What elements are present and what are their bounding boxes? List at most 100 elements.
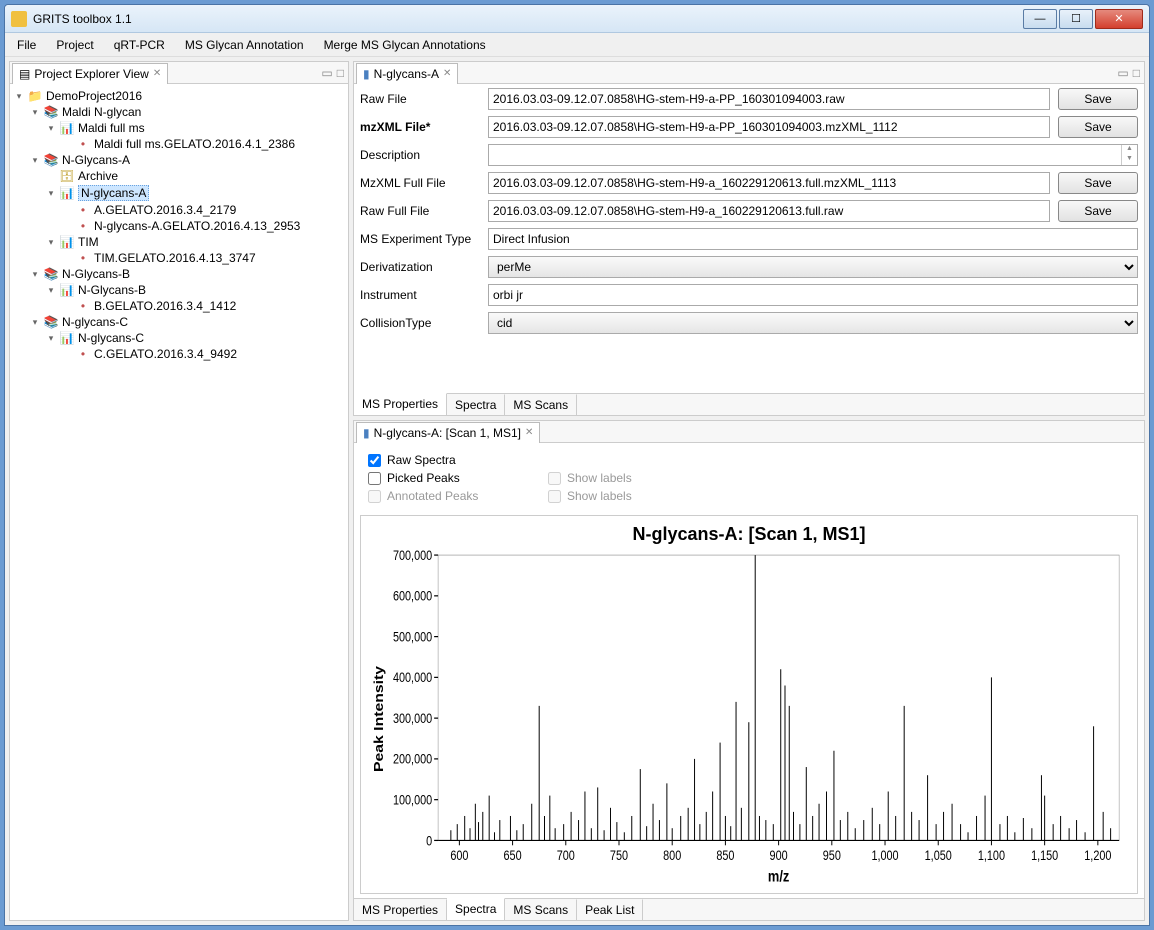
titlebar[interactable]: GRITS toolbox 1.1 — ☐ ✕ <box>5 5 1149 33</box>
close-icon[interactable]: ✕ <box>525 427 533 438</box>
rawfull-input[interactable] <box>488 200 1050 222</box>
rawfile-input[interactable] <box>488 88 1050 110</box>
subtab-ms-scans-2[interactable]: MS Scans <box>505 899 577 920</box>
tree-node[interactable]: ▾📊TIM <box>12 234 346 250</box>
expand-icon[interactable]: ▾ <box>30 107 40 118</box>
rawfull-save-button[interactable]: Save <box>1058 200 1138 222</box>
maximize-view-icon[interactable]: □ <box>337 66 344 80</box>
expand-icon[interactable]: ▾ <box>30 155 40 166</box>
tree-node[interactable]: ▾📁DemoProject2016 <box>12 88 346 104</box>
expand-icon[interactable]: ▾ <box>46 188 56 199</box>
subtab-peak-list[interactable]: Peak List <box>577 899 643 920</box>
menu-project[interactable]: Project <box>48 35 101 55</box>
tree-node[interactable]: ▾📚N-Glycans-B <box>12 266 346 282</box>
window-title: GRITS toolbox 1.1 <box>33 12 1023 26</box>
mzxml-input[interactable] <box>488 116 1050 138</box>
arc-icon: 🗄 <box>59 169 75 183</box>
deriv-label: Derivatization <box>360 260 480 274</box>
expand-icon[interactable]: ▾ <box>46 285 56 296</box>
spectrum-chart[interactable]: 0100,000200,000300,000400,000500,000600,… <box>369 549 1129 889</box>
mstype-label: MS Experiment Type <box>360 232 480 246</box>
tree-node[interactable]: •Maldi full ms.GELATO.2016.4.1_2386 <box>12 136 346 152</box>
tree-node[interactable]: ▾📊N-glycans-A <box>12 184 346 202</box>
close-icon[interactable]: ✕ <box>443 68 451 79</box>
tree-node[interactable]: •TIM.GELATO.2016.4.13_3747 <box>12 250 346 266</box>
minimize-view-icon[interactable]: ▭ <box>1117 66 1128 80</box>
menu-merge-ms-glycan[interactable]: Merge MS Glycan Annotations <box>316 35 494 55</box>
editor-tab[interactable]: ▮ N-glycans-A ✕ <box>356 63 458 84</box>
chart-container: N-glycans-A: [Scan 1, MS1] 0100,000200,0… <box>360 515 1138 894</box>
svg-text:800: 800 <box>663 848 681 863</box>
svg-text:0: 0 <box>426 833 432 848</box>
show-labels-checkbox-1 <box>548 472 561 485</box>
rawfile-save-button[interactable]: Save <box>1058 88 1138 110</box>
expand-icon[interactable]: ▾ <box>14 91 24 102</box>
show-labels-checkbox-2 <box>548 490 561 503</box>
tree-node[interactable]: ▾📚Maldi N-glycan <box>12 104 346 120</box>
coll-select[interactable]: cid <box>488 312 1138 334</box>
spectra-tab[interactable]: ▮ N-glycans-A: [Scan 1, MS1] ✕ <box>356 422 540 443</box>
tree-label: Maldi full ms.GELATO.2016.4.1_2386 <box>94 137 295 151</box>
mstype-input[interactable] <box>488 228 1138 250</box>
svg-text:750: 750 <box>610 848 628 863</box>
raw-spectra-checkbox[interactable] <box>368 454 381 467</box>
instr-input[interactable] <box>488 284 1138 306</box>
description-input[interactable] <box>488 144 1138 166</box>
expand-icon[interactable]: ▾ <box>46 123 56 134</box>
menu-ms-glycan-annotation[interactable]: MS Glycan Annotation <box>177 35 312 55</box>
tree-icon: ▤ <box>19 67 30 81</box>
tree-node[interactable]: ▾📚N-glycans-C <box>12 314 346 330</box>
picked-peaks-checkbox[interactable] <box>368 472 381 485</box>
tree-node[interactable]: •C.GELATO.2016.3.4_9492 <box>12 346 346 362</box>
description-spinner[interactable]: ▲▼ <box>1121 145 1137 165</box>
subtab-spectra[interactable]: Spectra <box>447 394 505 415</box>
spectra-options: Raw Spectra Picked Peaks Show labels Ann… <box>354 443 1144 513</box>
expand-icon[interactable]: ▾ <box>46 237 56 248</box>
minimize-view-icon[interactable]: ▭ <box>321 66 332 80</box>
menu-file[interactable]: File <box>9 35 44 55</box>
tree-node[interactable]: •B.GELATO.2016.3.4_1412 <box>12 298 346 314</box>
tree-node[interactable]: •A.GELATO.2016.3.4_2179 <box>12 202 346 218</box>
deriv-select[interactable]: perMe <box>488 256 1138 278</box>
svg-text:200,000: 200,000 <box>393 752 432 767</box>
menu-qrtpcr[interactable]: qRT-PCR <box>106 35 173 55</box>
mzxml-full-input[interactable] <box>488 172 1050 194</box>
expand-icon[interactable]: ▾ <box>30 269 40 280</box>
project-tree[interactable]: ▾📁DemoProject2016▾📚Maldi N-glycan▾📊Maldi… <box>10 84 348 920</box>
svg-text:500,000: 500,000 <box>393 629 432 644</box>
subtab-ms-properties[interactable]: MS Properties <box>354 393 447 415</box>
tree-label: B.GELATO.2016.3.4_1412 <box>94 299 236 313</box>
coll-label: CollisionType <box>360 316 480 330</box>
maximize-button[interactable]: ☐ <box>1059 9 1093 29</box>
maximize-view-icon[interactable]: □ <box>1133 66 1140 80</box>
subtab-ms-scans[interactable]: MS Scans <box>505 394 577 415</box>
project-explorer-tab[interactable]: ▤ Project Explorer View ✕ <box>12 63 168 84</box>
annotated-peaks-label: Annotated Peaks <box>387 489 478 503</box>
node-icon: • <box>75 251 91 265</box>
tree-node[interactable]: ▾📊N-Glycans-B <box>12 282 346 298</box>
fold-icon: 📚 <box>43 315 59 329</box>
tree-node[interactable]: ▾📊Maldi full ms <box>12 120 346 136</box>
expand-icon[interactable]: ▾ <box>46 333 56 344</box>
svg-text:m/z: m/z <box>768 869 789 887</box>
proj-icon: 📁 <box>27 89 43 103</box>
chart-icon: ▮ <box>363 426 370 440</box>
tree-node[interactable]: ▾📚N-Glycans-A <box>12 152 346 168</box>
expand-icon[interactable]: ▾ <box>30 317 40 328</box>
mzxml-save-button[interactable]: Save <box>1058 116 1138 138</box>
project-explorer-panel: ▤ Project Explorer View ✕ ▭ □ ▾📁DemoProj… <box>9 61 349 921</box>
close-button[interactable]: ✕ <box>1095 9 1143 29</box>
fold-icon: 📚 <box>43 267 59 281</box>
tree-node[interactable]: •N-glycans-A.GELATO.2016.4.13_2953 <box>12 218 346 234</box>
subtab-spectra-2[interactable]: Spectra <box>447 898 505 920</box>
minimize-button[interactable]: — <box>1023 9 1057 29</box>
project-explorer-title: Project Explorer View <box>34 67 149 81</box>
tree-node[interactable]: 🗄Archive <box>12 168 346 184</box>
show-labels-label-2: Show labels <box>567 489 632 503</box>
description-label: Description <box>360 148 480 162</box>
close-icon[interactable]: ✕ <box>153 68 161 79</box>
mzxml-full-save-button[interactable]: Save <box>1058 172 1138 194</box>
subtab-ms-properties-2[interactable]: MS Properties <box>354 899 447 920</box>
tree-node[interactable]: ▾📊N-glycans-C <box>12 330 346 346</box>
svg-text:650: 650 <box>504 848 522 863</box>
